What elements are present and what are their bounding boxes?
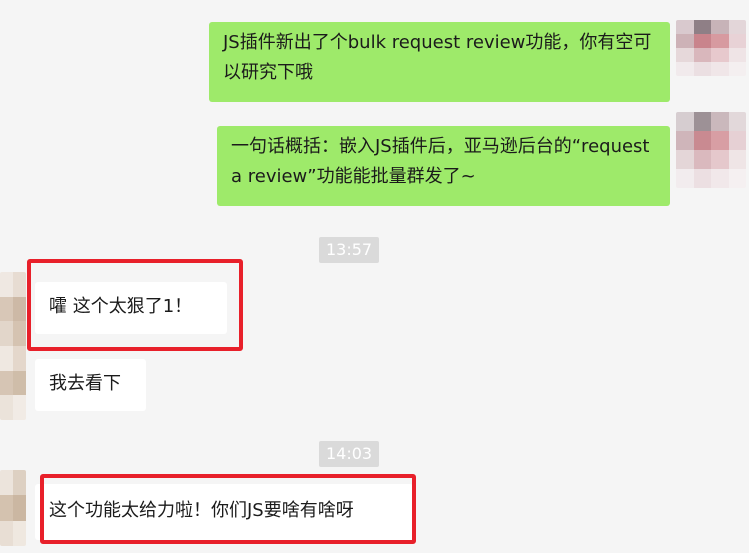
timestamp: 13:57 bbox=[319, 237, 380, 263]
avatar-incoming-1[interactable] bbox=[0, 272, 26, 420]
message-text: JS插件新出了个bulk request review功能，你有空可以研究下哦 bbox=[223, 32, 652, 83]
highlight-box bbox=[27, 259, 243, 351]
message-bubble-outgoing[interactable]: JS插件新出了个bulk request review功能，你有空可以研究下哦 bbox=[209, 22, 670, 102]
timestamp: 14:03 bbox=[319, 441, 380, 467]
avatar-outgoing-2[interactable] bbox=[676, 112, 746, 188]
message-text: 我去看下 bbox=[49, 373, 121, 394]
timestamp-text: 13:57 bbox=[326, 240, 373, 259]
message-bubble-incoming[interactable]: 我去看下 bbox=[35, 359, 146, 411]
message-bubble-outgoing[interactable]: 一句话概括：嵌入JS插件后，亚马逊后台的“request a review”功能… bbox=[217, 126, 670, 206]
timestamp-text: 14:03 bbox=[326, 444, 373, 463]
message-text: 一句话概括：嵌入JS插件后，亚马逊后台的“request a review”功能… bbox=[231, 136, 650, 187]
avatar-outgoing-1[interactable] bbox=[676, 20, 746, 76]
highlight-box bbox=[40, 474, 416, 544]
avatar-incoming-2[interactable] bbox=[0, 470, 26, 546]
